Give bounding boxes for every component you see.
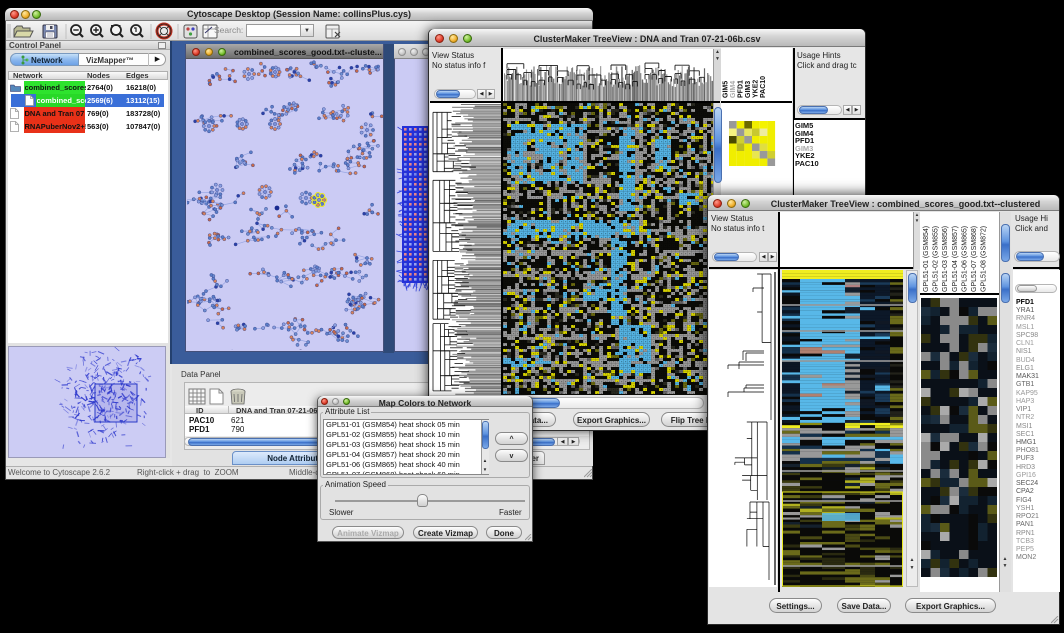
svg-text:PFD1: PFD1	[738, 80, 745, 98]
svg-text:GPL51-04 (GSM857): GPL51-04 (GSM857)	[952, 226, 959, 292]
svg-text:GPL51-03 (GSM856): GPL51-03 (GSM856)	[942, 226, 949, 292]
svg-text:PAC10: PAC10	[760, 76, 767, 98]
svg-text:GIM4: GIM4	[730, 81, 737, 98]
svg-text:YKE2: YKE2	[753, 80, 760, 98]
svg-text:GIM3: GIM3	[745, 81, 752, 98]
svg-text:GIM5: GIM5	[723, 81, 730, 98]
svg-text:GPL51-02 (GSM855): GPL51-02 (GSM855)	[933, 226, 940, 292]
svg-text:GPL51-01 (GSM854): GPL51-01 (GSM854)	[923, 226, 930, 292]
svg-text:GPL51-08 (GSM872): GPL51-08 (GSM872)	[981, 226, 988, 292]
svg-text:GPL51-06 (GSM865): GPL51-06 (GSM865)	[961, 226, 968, 292]
svg-text:GPL51-07 (GSM868): GPL51-07 (GSM868)	[971, 226, 978, 292]
